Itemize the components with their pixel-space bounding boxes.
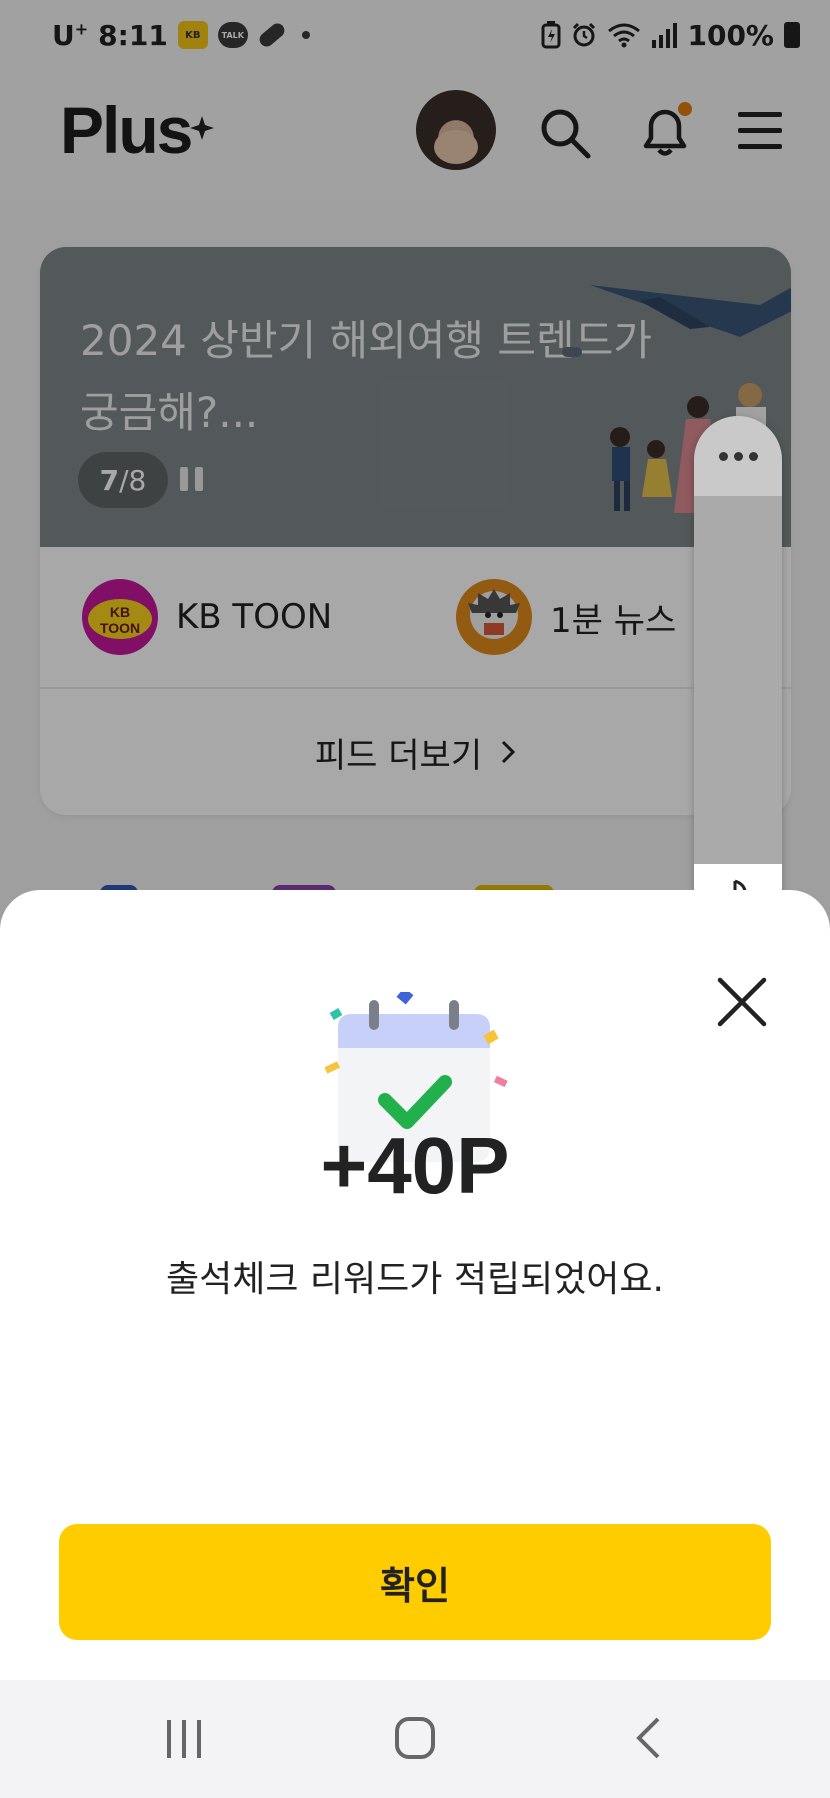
recent-apps-icon[interactable]: [164, 1718, 204, 1760]
home-icon[interactable]: [394, 1716, 436, 1760]
reward-bottom-sheet: +40P 출석체크 리워드가 적립되었어요. 확인: [0, 890, 830, 1680]
reward-message: 출석체크 리워드가 적립되었어요.: [165, 1259, 664, 1300]
reward-points: +40P: [320, 1121, 510, 1210]
confirm-button[interactable]: 확인: [59, 1524, 771, 1640]
close-icon[interactable]: [712, 972, 772, 1032]
more-options-icon[interactable]: [694, 416, 782, 496]
system-navigation-bar: [0, 1680, 830, 1798]
back-icon[interactable]: [634, 1716, 662, 1760]
floating-side-toolbar: [694, 416, 782, 930]
